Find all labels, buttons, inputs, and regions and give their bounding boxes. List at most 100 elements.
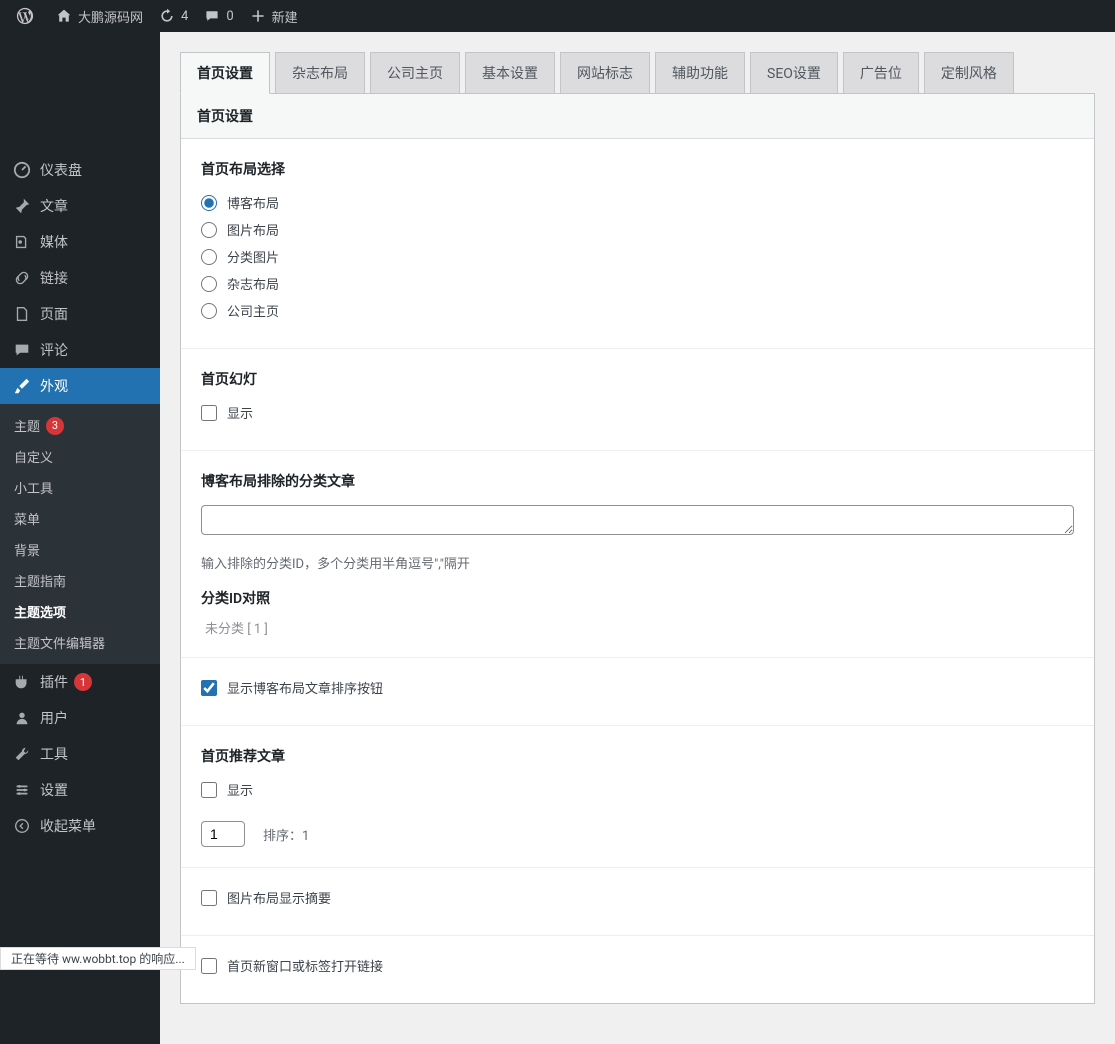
tab-aux-functions[interactable]: 辅助功能	[655, 52, 745, 93]
tab-magazine-layout[interactable]: 杂志布局	[275, 52, 365, 93]
main-content: 首页设置 杂志布局 公司主页 基本设置 网站标志 辅助功能 SEO设置 广告位 …	[160, 32, 1115, 1044]
wp-logo[interactable]	[8, 0, 48, 32]
menu-collapse[interactable]: 收起菜单	[0, 808, 160, 844]
radio-label[interactable]: 图片布局	[227, 220, 279, 239]
menu-dashboard[interactable]: 仪表盘	[0, 152, 160, 188]
admin-sidebar: 仪表盘 文章 媒体 链接 页面 评论 外观 主题 3	[0, 32, 160, 1044]
collapse-icon	[12, 816, 32, 836]
new-label: 新建	[272, 7, 298, 26]
submenu-label: 主题选项	[14, 602, 66, 621]
submenu-label: 主题文件编辑器	[14, 633, 105, 652]
sort-button-field: 显示博客布局文章排序按钮	[181, 658, 1094, 726]
submenu-menus[interactable]: 菜单	[0, 503, 160, 534]
tab-seo-settings[interactable]: SEO设置	[750, 52, 838, 93]
field-title: 博客布局排除的分类文章	[201, 471, 1074, 491]
menu-appearance[interactable]: 外观	[0, 368, 160, 404]
featured-order-label: 排序：1	[263, 825, 309, 844]
submenu-theme-options[interactable]: 主题选项	[0, 596, 160, 627]
submenu-themes[interactable]: 主题 3	[0, 410, 160, 441]
radio-label[interactable]: 杂志布局	[227, 274, 279, 293]
update-badge: 3	[46, 417, 64, 435]
field-title: 首页布局选择	[201, 159, 1074, 179]
exclude-hint: 输入排除的分类ID，多个分类用半角逗号","隔开	[201, 553, 1074, 572]
comment-icon	[12, 340, 32, 360]
menu-label: 链接	[40, 268, 68, 288]
menu-label: 收起菜单	[40, 816, 96, 836]
admin-bar: 大鹏源码网 4 0 新建	[0, 0, 1115, 32]
featured-number-input[interactable]	[201, 821, 245, 847]
field-title: 首页幻灯	[201, 369, 1074, 389]
image-summary-checkbox[interactable]	[201, 890, 217, 906]
menu-label: 仪表盘	[40, 160, 82, 180]
menu-label: 文章	[40, 196, 68, 216]
check-label[interactable]: 首页新窗口或标签打开链接	[227, 956, 383, 975]
layout-radio-category-image[interactable]	[201, 249, 217, 265]
panel-header: 首页设置	[181, 94, 1094, 139]
layout-radio-image[interactable]	[201, 222, 217, 238]
home-slider-field: 首页幻灯 显示	[181, 349, 1094, 451]
menu-label: 评论	[40, 340, 68, 360]
menu-links[interactable]: 链接	[0, 260, 160, 296]
tab-custom-style[interactable]: 定制风格	[924, 52, 1014, 93]
slider-show-checkbox[interactable]	[201, 405, 217, 421]
tab-basic-settings[interactable]: 基本设置	[465, 52, 555, 93]
layout-radio-magazine[interactable]	[201, 276, 217, 292]
updates-link[interactable]: 4	[151, 0, 196, 32]
plus-icon	[250, 8, 266, 24]
tab-site-logo[interactable]: 网站标志	[560, 52, 650, 93]
menu-posts[interactable]: 文章	[0, 188, 160, 224]
link-icon	[12, 268, 32, 288]
check-label[interactable]: 显示	[227, 780, 253, 799]
exclude-categories-textarea[interactable]	[201, 505, 1074, 535]
submenu-label: 小工具	[14, 478, 53, 497]
menu-pages[interactable]: 页面	[0, 296, 160, 332]
check-label[interactable]: 图片布局显示摘要	[227, 888, 331, 907]
brush-icon	[12, 376, 32, 396]
menu-tools[interactable]: 工具	[0, 736, 160, 772]
tab-company-home[interactable]: 公司主页	[370, 52, 460, 93]
menu-comments[interactable]: 评论	[0, 332, 160, 368]
page-icon	[12, 304, 32, 324]
featured-show-checkbox[interactable]	[201, 782, 217, 798]
menu-media[interactable]: 媒体	[0, 224, 160, 260]
updates-count: 4	[181, 9, 188, 24]
submenu-label: 自定义	[14, 447, 53, 466]
menu-plugins[interactable]: 插件 1	[0, 664, 160, 700]
submenu-theme-editor[interactable]: 主题文件编辑器	[0, 627, 160, 658]
featured-articles-field: 首页推荐文章 显示 排序：1	[181, 726, 1094, 868]
tab-ads[interactable]: 广告位	[843, 52, 919, 93]
menu-settings[interactable]: 设置	[0, 772, 160, 808]
new-content-link[interactable]: 新建	[242, 0, 306, 32]
submenu-widgets[interactable]: 小工具	[0, 472, 160, 503]
menu-users[interactable]: 用户	[0, 700, 160, 736]
appearance-submenu: 主题 3 自定义 小工具 菜单 背景 主题指南 主题选项 主题文件编辑器	[0, 404, 160, 664]
update-badge: 1	[74, 673, 92, 691]
check-label[interactable]: 显示	[227, 403, 253, 422]
check-label[interactable]: 显示博客布局文章排序按钮	[227, 678, 383, 697]
wordpress-icon	[16, 7, 34, 25]
submenu-label: 背景	[14, 540, 40, 559]
radio-label[interactable]: 分类图片	[227, 247, 279, 266]
menu-label: 插件	[40, 672, 68, 692]
image-summary-field: 图片布局显示摘要	[181, 868, 1094, 936]
layout-radio-blog[interactable]	[201, 195, 217, 211]
menu-label: 设置	[40, 780, 68, 800]
home-layout-field: 首页布局选择 博客布局 图片布局 分类图片 杂志布局 公司主页	[181, 139, 1094, 349]
field-title: 首页推荐文章	[201, 746, 1074, 766]
radio-label[interactable]: 博客布局	[227, 193, 279, 212]
home-icon	[56, 8, 72, 24]
exclude-categories-field: 博客布局排除的分类文章 输入排除的分类ID，多个分类用半角逗号","隔开 分类I…	[181, 451, 1094, 658]
submenu-background[interactable]: 背景	[0, 534, 160, 565]
radio-label[interactable]: 公司主页	[227, 301, 279, 320]
layout-radio-company[interactable]	[201, 303, 217, 319]
submenu-theme-guide[interactable]: 主题指南	[0, 565, 160, 596]
category-id-text: 未分类 [ 1 ]	[205, 618, 1074, 637]
menu-label: 外观	[40, 376, 68, 396]
new-window-checkbox[interactable]	[201, 958, 217, 974]
site-home-link[interactable]: 大鹏源码网	[48, 0, 151, 32]
settings-panel: 首页设置 首页布局选择 博客布局 图片布局 分类图片 杂志布局 公司主页 首页幻…	[180, 94, 1095, 1004]
sort-button-checkbox[interactable]	[201, 680, 217, 696]
submenu-customize[interactable]: 自定义	[0, 441, 160, 472]
comments-link[interactable]: 0	[196, 0, 241, 32]
tab-home-settings[interactable]: 首页设置	[180, 52, 270, 94]
